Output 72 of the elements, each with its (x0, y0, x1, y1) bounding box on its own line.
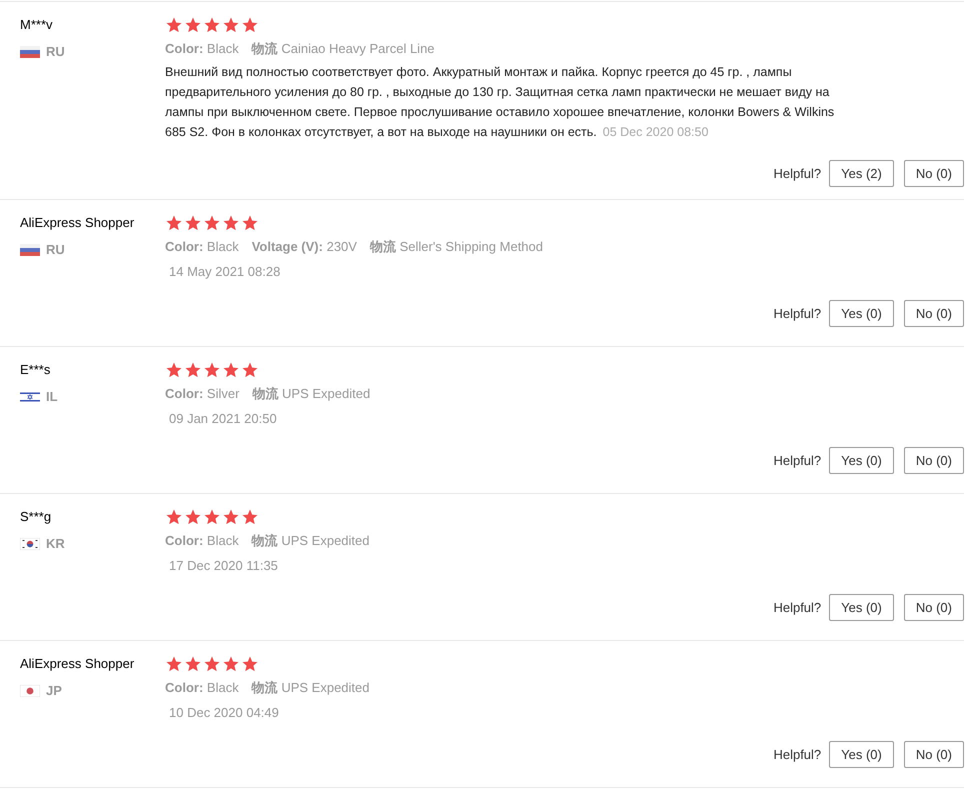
helpful-label: Helpful? (773, 453, 822, 468)
flag-icon (20, 538, 40, 550)
no-button[interactable]: No (0) (904, 447, 964, 474)
no-button[interactable]: No (0) (904, 741, 964, 768)
no-button[interactable]: No (0) (904, 300, 964, 327)
product-attribute: 物流 UPS Expedited (252, 679, 370, 697)
star-icon (165, 508, 183, 526)
star-icon (222, 655, 240, 673)
star-icon (203, 214, 221, 232)
product-attribute: Voltage (V): 230V (252, 238, 357, 256)
star-icon (165, 214, 183, 232)
review-text: Внешний вид полностью соответствует фото. Аккуратный монтаж и пайка. Корпус греется до 45 гр. , лампы предварительного усиления до 80 гр. , выходные до 130 гр. Защитная сетка ламп практически не мешает виду на лампы при выключенном свете. Первое прослушивание оставило хорошее впечатление, колонки Bowers & Wilkins 685 S2. Фон в колонках отсутствует, а вот на выходе на наушники он есть. 05 Dec 2020 08:50 (165, 64, 836, 141)
country-code: RU (46, 44, 65, 60)
star-icon (241, 361, 259, 379)
helpful-label: Helpful? (773, 306, 822, 321)
flag-icon (20, 244, 40, 256)
star-icon (184, 655, 202, 673)
review-date: 10 Dec 2020 04:49 (169, 704, 280, 722)
helpful-label: Helpful? (773, 166, 822, 181)
reviewer-name: AliExpress Shopper (20, 214, 136, 232)
star-icon (241, 214, 259, 232)
yes-button[interactable]: Yes (0) (829, 447, 894, 474)
yes-button[interactable]: Yes (0) (829, 741, 894, 768)
star-icon (222, 214, 240, 232)
star-icon (241, 655, 259, 673)
star-icon (203, 16, 221, 34)
yes-button[interactable]: Yes (0) (829, 300, 894, 327)
product-attribute: Color: Black (165, 238, 239, 256)
star-icon (222, 361, 240, 379)
star-icon (184, 16, 202, 34)
flag-icon (20, 685, 40, 697)
no-button[interactable]: No (0) (904, 594, 964, 621)
star-icon (165, 16, 183, 34)
country-code: RU (46, 242, 65, 258)
star-icon (165, 655, 183, 673)
reviewer-name: E***s (20, 361, 52, 379)
star-icon (203, 508, 221, 526)
star-icon (184, 361, 202, 379)
star-icon (184, 508, 202, 526)
star-icon (184, 214, 202, 232)
review-date: 17 Dec 2020 11:35 (169, 557, 279, 575)
product-attribute: Color: Black (165, 679, 239, 697)
star-icon (222, 508, 240, 526)
flag-icon (20, 46, 40, 58)
helpful-label: Helpful? (773, 747, 822, 762)
product-attribute: 物流 UPS Expedited (252, 532, 370, 550)
product-attribute: 物流 Seller's Shipping Method (370, 238, 543, 256)
flag-icon (20, 391, 40, 403)
review-date: 05 Dec 2020 08:50 (602, 125, 708, 139)
star-icon (241, 16, 259, 34)
reviewer-name: S***g (20, 508, 52, 526)
no-button[interactable]: No (0) (904, 160, 964, 187)
product-attribute: Color: Black (165, 532, 239, 550)
country-code: KR (46, 536, 65, 552)
star-icon (241, 508, 259, 526)
product-attribute: Color: Black (165, 40, 239, 58)
review-date: 09 Jan 2021 20:50 (169, 410, 278, 428)
product-attribute: Color: Silver (165, 385, 240, 403)
reviewer-name: M***v (20, 16, 54, 34)
star-icon (165, 361, 183, 379)
reviewer-name: AliExpress Shopper (20, 655, 136, 673)
star-icon (203, 361, 221, 379)
star-icon (222, 16, 240, 34)
product-attribute: 物流 Cainiao Heavy Parcel Line (252, 40, 435, 58)
product-attribute: 物流 UPS Expedited (252, 385, 370, 403)
country-code: IL (46, 389, 58, 405)
review-date: 14 May 2021 08:28 (169, 263, 282, 281)
yes-button[interactable]: Yes (2) (829, 160, 894, 187)
yes-button[interactable]: Yes (0) (829, 594, 894, 621)
star-icon (203, 655, 221, 673)
helpful-label: Helpful? (773, 600, 822, 615)
country-code: JP (46, 683, 62, 699)
